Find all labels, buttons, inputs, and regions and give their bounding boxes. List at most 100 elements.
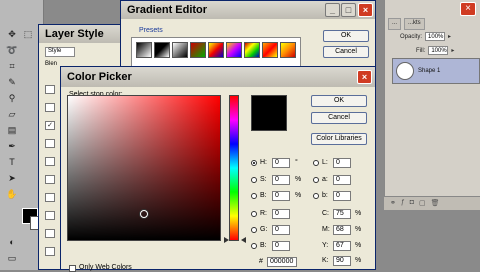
- r-field[interactable]: 0: [272, 209, 290, 219]
- s-radio[interactable]: [251, 177, 257, 183]
- style-checkbox[interactable]: [45, 247, 55, 256]
- style-checkbox[interactable]: [45, 211, 55, 220]
- style-checkbox[interactable]: [45, 103, 55, 112]
- gradient-preset[interactable]: [226, 42, 242, 58]
- y-unit: %: [355, 242, 362, 249]
- a-radio[interactable]: [313, 177, 319, 183]
- h-label: H:: [260, 159, 267, 166]
- h-field[interactable]: 0: [272, 158, 290, 168]
- s-unit: %: [295, 176, 302, 183]
- hue-right-arrow-icon[interactable]: [241, 237, 246, 243]
- gradient-preset[interactable]: [154, 42, 170, 58]
- l-radio[interactable]: [313, 160, 319, 166]
- k-field[interactable]: 90: [333, 256, 351, 266]
- move-tool-icon[interactable]: ✥: [6, 28, 18, 40]
- brush-tool-icon[interactable]: ✎: [6, 76, 18, 88]
- y-label: Y:: [322, 242, 329, 249]
- link-layers-icon[interactable]: ⚭: [390, 199, 396, 208]
- eraser-tool-icon[interactable]: ▱: [6, 108, 18, 120]
- quick-mask-icon[interactable]: ◐: [6, 236, 18, 248]
- layer-row[interactable]: Shape 1: [392, 58, 480, 84]
- gradient-preset[interactable]: [244, 42, 260, 58]
- gradient-editor-title: Gradient Editor: [127, 4, 208, 16]
- m-label: M:: [322, 226, 330, 233]
- g-radio[interactable]: [251, 227, 257, 233]
- style-checkbox[interactable]: [45, 175, 55, 184]
- b-radio[interactable]: [251, 193, 257, 199]
- path-tool-icon[interactable]: ➤: [6, 172, 18, 184]
- gradient-cancel-button[interactable]: Cancel: [323, 46, 369, 58]
- m-field[interactable]: 68: [333, 225, 351, 235]
- r-radio[interactable]: [251, 211, 257, 217]
- c-field[interactable]: 75: [333, 209, 351, 219]
- lab-b-radio[interactable]: [313, 193, 319, 199]
- style-checkbox[interactable]: [45, 157, 55, 166]
- styles-label[interactable]: Style: [45, 47, 75, 57]
- current-color-swatch: [251, 95, 287, 131]
- g-field[interactable]: 0: [272, 225, 290, 235]
- hand-tool-icon[interactable]: ✋: [6, 188, 18, 200]
- lasso-tool-icon[interactable]: ➰: [6, 44, 18, 56]
- fill-field[interactable]: 100%: [428, 46, 449, 55]
- blending-label[interactable]: Blen: [45, 61, 57, 67]
- fill-arrow-icon[interactable]: ▸: [451, 47, 454, 54]
- h-radio[interactable]: [251, 160, 257, 166]
- l-field[interactable]: 0: [333, 158, 351, 168]
- close-icon[interactable]: ×: [358, 3, 373, 17]
- pen-tool-icon[interactable]: ✒: [6, 140, 18, 152]
- layer-thumbnail: [396, 62, 414, 80]
- style-checkbox[interactable]: [45, 193, 55, 202]
- hue-left-arrow-icon[interactable]: [224, 237, 229, 243]
- gradient-preset[interactable]: [172, 42, 188, 58]
- close-icon[interactable]: ×: [357, 70, 372, 84]
- lab-b-field[interactable]: 0: [333, 191, 351, 201]
- gradient-preset[interactable]: [280, 42, 296, 58]
- style-checkbox[interactable]: ✓: [45, 121, 55, 130]
- stamp-tool-icon[interactable]: ⚲: [6, 92, 18, 104]
- gradient-preset[interactable]: [208, 42, 224, 58]
- opacity-label: Opacity:: [400, 33, 423, 40]
- opacity-arrow-icon[interactable]: ▸: [448, 33, 451, 40]
- layer-name: Shape 1: [418, 68, 441, 74]
- style-checkbox[interactable]: [45, 85, 55, 94]
- fx-icon[interactable]: ƒ: [401, 199, 405, 208]
- gradient-preset[interactable]: [136, 42, 152, 58]
- fill-row: Fill: 100% ▸: [400, 45, 454, 56]
- layers-panel-footer: ⚭ ƒ ◘ ▢ 🗑: [384, 196, 480, 210]
- panel-tabs: ... ...kts: [388, 18, 425, 30]
- screen-mode-icon[interactable]: ▭: [6, 252, 18, 264]
- y-field[interactable]: 67: [333, 241, 351, 251]
- b-field[interactable]: 0: [272, 191, 290, 201]
- color-libraries-button[interactable]: Color Libraries: [311, 133, 367, 145]
- style-checkbox[interactable]: [45, 229, 55, 238]
- hue-slider[interactable]: [229, 95, 239, 241]
- panel-tab[interactable]: ...kts: [404, 18, 425, 30]
- web-colors-checkbox[interactable]: [69, 265, 76, 272]
- gradient-ok-button[interactable]: OK: [323, 30, 369, 42]
- a-field[interactable]: 0: [333, 175, 351, 185]
- color-cursor[interactable]: [140, 210, 148, 218]
- mask-icon[interactable]: ◘: [410, 199, 414, 208]
- close-icon[interactable]: ×: [460, 2, 476, 16]
- style-checkbox[interactable]: [45, 139, 55, 148]
- cancel-button[interactable]: Cancel: [311, 112, 367, 124]
- hex-field[interactable]: 000000: [267, 257, 297, 267]
- trash-icon[interactable]: 🗑: [431, 199, 440, 208]
- panel-tab[interactable]: ...: [388, 18, 402, 30]
- ok-button[interactable]: OK: [311, 95, 367, 107]
- maximize-icon[interactable]: □: [341, 3, 356, 17]
- s-field[interactable]: 0: [272, 175, 290, 185]
- blue-radio[interactable]: [251, 243, 257, 249]
- marquee-tool-icon[interactable]: ⬚: [22, 28, 34, 40]
- minimize-icon[interactable]: _: [325, 3, 340, 17]
- text-tool-icon[interactable]: T: [6, 156, 18, 168]
- opacity-field[interactable]: 100%: [425, 32, 446, 41]
- crop-tool-icon[interactable]: ⌗: [6, 60, 18, 72]
- color-field[interactable]: [67, 95, 221, 241]
- gradient-preset[interactable]: [190, 42, 206, 58]
- blue-field[interactable]: 0: [272, 241, 290, 251]
- new-layer-icon[interactable]: ▢: [419, 199, 426, 208]
- gradient-tool-icon[interactable]: ▤: [6, 124, 18, 136]
- color-picker-dialog: Color Picker × Select stop color: OK Can…: [60, 66, 376, 272]
- gradient-preset[interactable]: [262, 42, 278, 58]
